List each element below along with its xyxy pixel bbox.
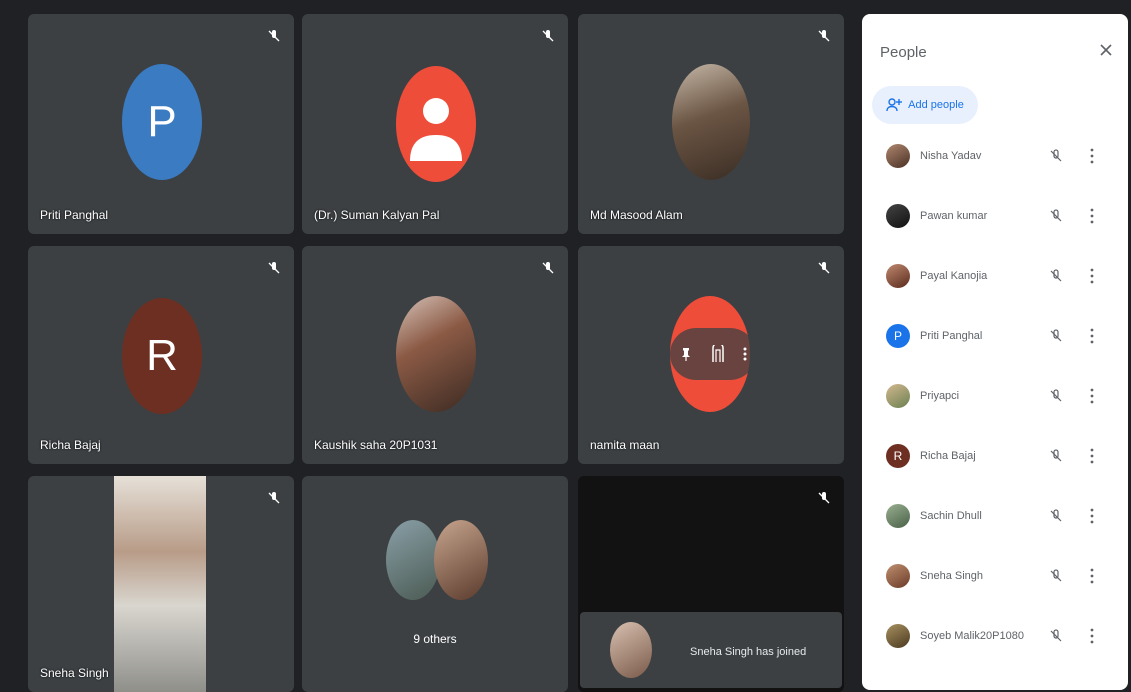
tile-hover-controls bbox=[670, 328, 756, 380]
avatar bbox=[886, 204, 910, 228]
person-icon bbox=[396, 66, 476, 182]
participant-tile[interactable]: Kaushik saha 20P1031 bbox=[302, 246, 568, 464]
mic-off-icon bbox=[818, 30, 830, 42]
others-count: 9 others bbox=[413, 632, 457, 646]
list-item[interactable]: P Priti Panghal bbox=[862, 306, 1128, 366]
list-item[interactable]: Pawan kumar bbox=[862, 186, 1128, 246]
mic-off-icon bbox=[818, 492, 830, 504]
list-item[interactable]: Priyapci bbox=[862, 366, 1128, 426]
more-options-icon[interactable] bbox=[1086, 566, 1098, 586]
person-name: Richa Bajaj bbox=[920, 450, 976, 462]
list-item[interactable]: Nisha Yadav bbox=[862, 126, 1128, 186]
avatar: R bbox=[122, 298, 202, 414]
mic-off-icon bbox=[1050, 509, 1062, 522]
join-notification: Sneha Singh has joined bbox=[580, 612, 842, 688]
mic-off-icon bbox=[1050, 569, 1062, 582]
add-people-label: Add people bbox=[908, 99, 964, 111]
mic-off-icon bbox=[268, 30, 280, 42]
person-name: Sneha Singh bbox=[920, 570, 983, 582]
avatar-initial: P bbox=[147, 97, 177, 146]
pin-icon[interactable] bbox=[679, 347, 693, 361]
avatar-initial: R bbox=[146, 331, 178, 380]
list-item[interactable]: Sneha Singh bbox=[862, 546, 1128, 606]
mic-off-icon bbox=[1050, 329, 1062, 342]
close-icon[interactable] bbox=[1096, 40, 1116, 60]
list-item[interactable]: R Richa Bajaj bbox=[862, 426, 1128, 486]
participant-video bbox=[114, 476, 206, 692]
participant-tile[interactable]: R Richa Bajaj bbox=[28, 246, 294, 464]
participant-name: Richa Bajaj bbox=[40, 438, 101, 452]
avatar: P bbox=[886, 324, 910, 348]
person-name: Priyapci bbox=[920, 390, 960, 402]
avatar bbox=[886, 504, 910, 528]
participant-name: namita maan bbox=[590, 438, 660, 452]
participant-tile[interactable]: Sneha Singh bbox=[28, 476, 294, 692]
participant-tile[interactable]: (Dr.) Suman Kalyan Pal bbox=[302, 14, 568, 234]
mic-off-icon bbox=[1050, 629, 1062, 642]
more-options-icon[interactable] bbox=[1086, 326, 1098, 346]
participant-tile[interactable]: Md Masood Alam bbox=[578, 14, 844, 234]
mic-off-icon bbox=[1050, 149, 1062, 162]
add-person-icon bbox=[886, 98, 903, 112]
mic-off-icon bbox=[1050, 389, 1062, 402]
more-options-icon[interactable] bbox=[1086, 146, 1098, 166]
person-name: Priti Panghal bbox=[920, 330, 983, 342]
participant-name: Kaushik saha 20P1031 bbox=[314, 438, 438, 452]
participant-photo bbox=[672, 64, 750, 180]
others-tile[interactable]: 9 others bbox=[302, 476, 568, 692]
mic-off-icon bbox=[1050, 269, 1062, 282]
people-panel: People Add people Nisha Yadav Pawan kuma… bbox=[862, 14, 1128, 690]
mic-off-icon bbox=[542, 30, 554, 42]
avatar bbox=[886, 144, 910, 168]
participant-tile[interactable]: P Priti Panghal bbox=[28, 14, 294, 234]
avatar bbox=[886, 564, 910, 588]
more-options-icon[interactable] bbox=[1086, 506, 1098, 526]
person-name: Payal Kanojia bbox=[920, 270, 988, 282]
participant-name: Md Masood Alam bbox=[590, 208, 683, 222]
participant-photo bbox=[396, 296, 476, 412]
person-name: Soyeb Malik20P1080 bbox=[920, 630, 1024, 642]
avatar bbox=[886, 624, 910, 648]
list-item[interactable]: Payal Kanojia bbox=[862, 246, 1128, 306]
more-options-icon[interactable] bbox=[1086, 446, 1098, 466]
list-item[interactable]: Soyeb Malik20P1080 bbox=[862, 606, 1128, 666]
avatar-initial: P bbox=[893, 329, 902, 343]
participant-name: Priti Panghal bbox=[40, 208, 109, 222]
panel-title: People bbox=[880, 44, 927, 61]
people-list: Nisha Yadav Pawan kumar Payal Kanojia P … bbox=[862, 126, 1128, 666]
participant-photo bbox=[610, 622, 652, 678]
list-item[interactable]: Sachin Dhull bbox=[862, 486, 1128, 546]
more-options-icon[interactable] bbox=[1086, 266, 1098, 286]
more-options-icon[interactable] bbox=[1086, 206, 1098, 226]
person-name: Pawan kumar bbox=[920, 210, 988, 222]
avatar bbox=[886, 384, 910, 408]
avatar: P bbox=[122, 64, 202, 180]
mic-off-icon bbox=[1050, 209, 1062, 222]
participant-photo bbox=[434, 520, 488, 600]
avatar bbox=[886, 264, 910, 288]
frame-icon[interactable] bbox=[711, 345, 725, 363]
person-name: Sachin Dhull bbox=[920, 510, 982, 522]
join-message: Sneha Singh has joined bbox=[690, 646, 807, 658]
avatar-initial: R bbox=[893, 449, 903, 463]
mic-off-icon bbox=[1050, 449, 1062, 462]
more-options-icon[interactable] bbox=[1086, 626, 1098, 646]
more-options-icon[interactable] bbox=[1086, 386, 1098, 406]
participant-name: Sneha Singh bbox=[40, 666, 109, 680]
more-options-icon[interactable] bbox=[743, 347, 747, 361]
mic-off-icon bbox=[542, 262, 554, 274]
mic-off-icon bbox=[268, 492, 280, 504]
participant-name: (Dr.) Suman Kalyan Pal bbox=[314, 208, 440, 222]
add-people-button[interactable]: Add people bbox=[872, 86, 978, 124]
avatar: R bbox=[886, 444, 910, 468]
mic-off-icon bbox=[818, 262, 830, 274]
participant-photo bbox=[386, 520, 440, 600]
video-grid: P Priti Panghal (Dr.) Suman Kalyan Pal M… bbox=[0, 0, 860, 692]
person-name: Nisha Yadav bbox=[920, 150, 982, 162]
mic-off-icon bbox=[268, 262, 280, 274]
